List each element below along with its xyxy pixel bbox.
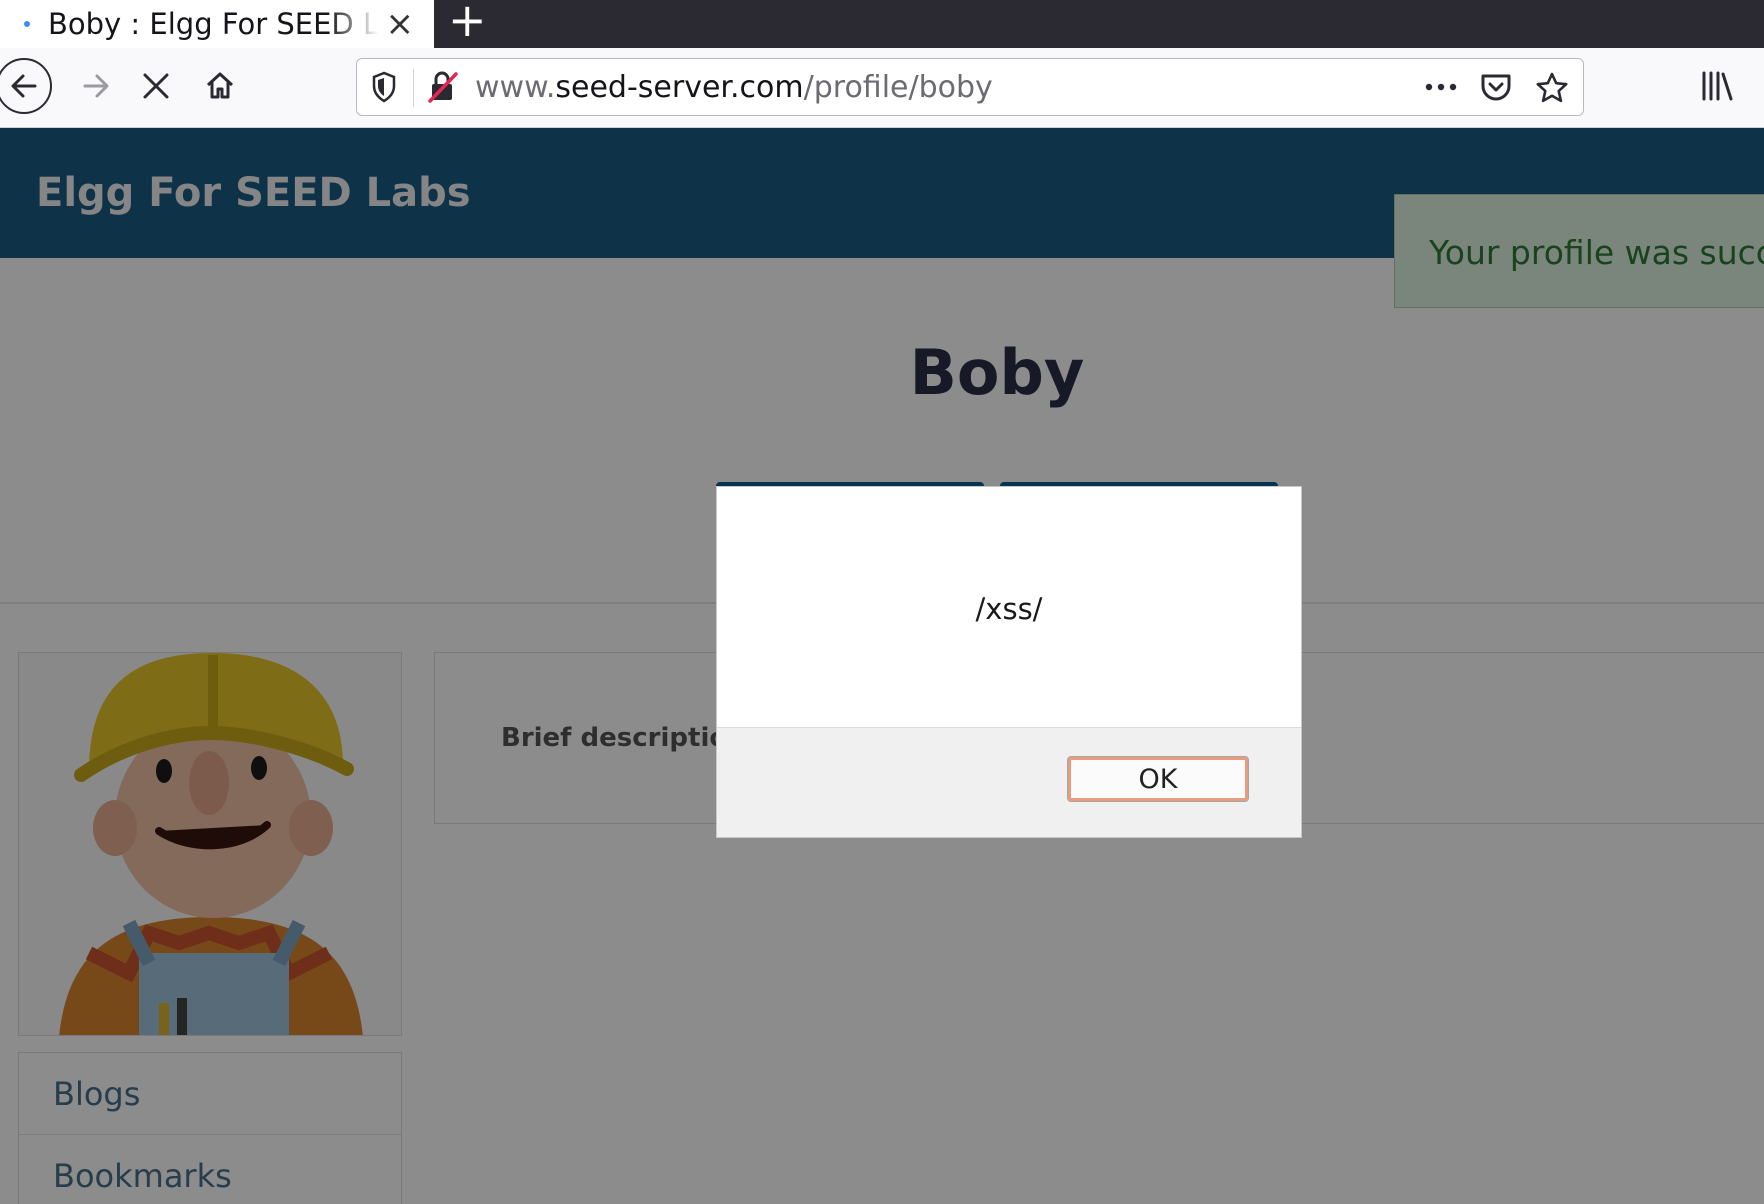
home-button[interactable] [192, 58, 248, 114]
star-icon[interactable] [1535, 71, 1569, 105]
alert-message: /xss/ [975, 592, 1043, 626]
insecure-lock-icon[interactable] [427, 70, 459, 104]
url-path: /profile/boby [803, 70, 993, 105]
url-host: seed-server.com [555, 70, 804, 105]
ok-button[interactable]: OK [1067, 756, 1249, 802]
loading-indicator [24, 21, 30, 27]
back-arrow-icon [11, 74, 37, 98]
pocket-icon[interactable] [1479, 71, 1513, 103]
close-icon[interactable]: × [386, 4, 415, 44]
alert-dialog: /xss/ OK [716, 486, 1302, 838]
tab-bar: Boby : Elgg For SEED Labs × + [0, 0, 1764, 48]
url-bar[interactable]: www.seed-server.com/profile/boby [356, 58, 1584, 116]
forward-arrow-icon [83, 74, 109, 98]
forward-button[interactable] [68, 58, 124, 114]
alert-footer: OK [717, 727, 1301, 837]
home-icon [206, 72, 234, 99]
url-separator [413, 69, 414, 107]
url-prefix: www. [475, 70, 556, 105]
back-button[interactable] [0, 58, 52, 114]
more-icon[interactable] [1423, 71, 1459, 103]
library-icon[interactable] [1700, 70, 1734, 102]
tab-title: Boby : Elgg For SEED Labs [48, 7, 378, 41]
nav-toolbar: www.seed-server.com/profile/boby [0, 48, 1764, 128]
browser-tab[interactable]: Boby : Elgg For SEED Labs × [0, 0, 434, 48]
new-tab-button[interactable]: + [448, 0, 487, 44]
stop-button[interactable] [128, 58, 184, 114]
shield-icon[interactable] [371, 71, 397, 103]
stop-icon [143, 73, 169, 99]
url-text[interactable]: www.seed-server.com/profile/boby [475, 69, 993, 107]
